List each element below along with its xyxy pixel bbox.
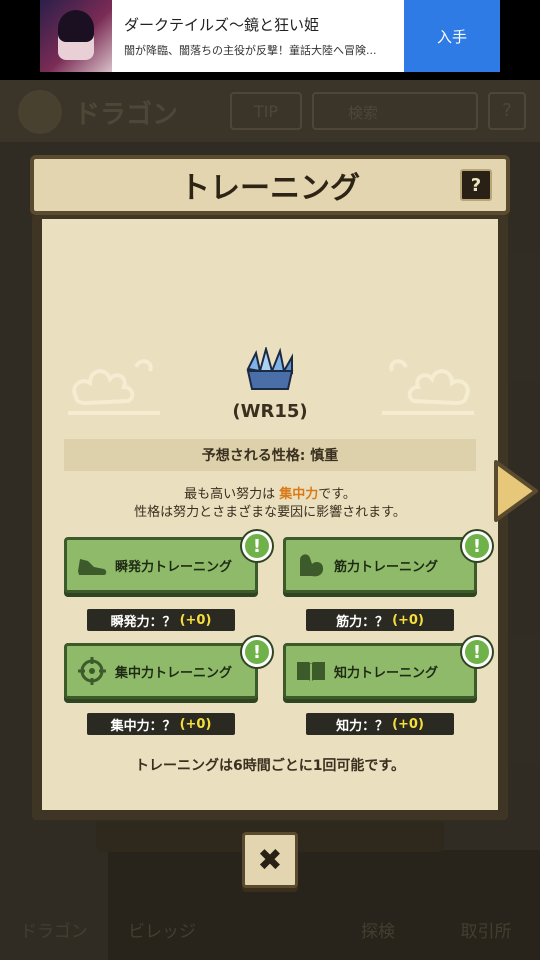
intelligence-stat: 知力：？ (+0) (306, 713, 454, 735)
agility-stat: 瞬発力：？ (+0) (87, 609, 235, 631)
strength-stat: 筋力：？ (+0) (306, 609, 454, 631)
ad-get-button[interactable]: 入手 (404, 0, 500, 72)
focus-training-label: 集中力トレーニング (115, 665, 233, 681)
effort-description: 最も高い努力は 集中力です。 (42, 483, 498, 502)
effort-text-pre: 最も高い努力は (184, 487, 280, 502)
alert-badge-icon: ! (242, 531, 272, 561)
paper-panel: (WR15) 予想される性格: 慎重 最も高い努力は 集中力です。 性格は努力と… (42, 219, 498, 810)
close-button[interactable]: ✖ (242, 832, 298, 888)
dragon-egg-crystal-icon (246, 347, 294, 390)
alert-badge-icon: ! (462, 637, 492, 667)
strength-stat-value: (+0) (392, 612, 424, 628)
muscle-arm-icon (294, 548, 328, 582)
intelligence-training-button[interactable]: 知力トレーニング (283, 643, 477, 699)
agility-training-button[interactable]: 瞬発力トレーニング (64, 537, 258, 593)
shoe-icon (75, 548, 109, 582)
alert-badge-icon: ! (242, 637, 272, 667)
focus-training-button[interactable]: 集中力トレーニング (64, 643, 258, 699)
ad-content[interactable]: ダークテイルズ〜鏡と狂い姫 闇が降臨、闇落ちの主役が反撃！童話大陸へ冒険... … (40, 0, 500, 72)
effort-highlight: 集中力 (279, 487, 319, 502)
agility-stat-value: (+0) (179, 612, 212, 628)
modal-title: トレーニング (180, 171, 360, 206)
personality-description: 性格は努力とさまざまな要因に影響されます。 (134, 505, 406, 520)
strength-stat-label: 筋力：？ (336, 614, 389, 630)
alert-badge-icon: ! (462, 531, 492, 561)
ad-thumbnail-image[interactable] (40, 0, 112, 72)
help-button[interactable]: ? (460, 169, 492, 201)
strength-training-button[interactable]: 筋力トレーニング (283, 537, 477, 593)
wr-label: (WR15) (232, 401, 308, 422)
ad-subtitle: 闇が降臨、闇落ちの主役が反撃！童話大陸へ冒険... (124, 44, 377, 57)
agility-training-label: 瞬発力トレーニング (115, 559, 233, 575)
focus-stat-label: 集中力：？ (110, 718, 176, 734)
personality-banner: 予想される性格: 慎重 (64, 439, 476, 471)
modal-header: トレーニング ? (30, 155, 510, 215)
crosshair-icon (75, 654, 109, 688)
intelligence-stat-value: (+0) (392, 716, 424, 732)
book-icon (294, 654, 328, 688)
strength-training-label: 筋力トレーニング (334, 559, 439, 575)
modal-body: (WR15) 予想される性格: 慎重 最も高い努力は 集中力です。 性格は努力と… (32, 215, 508, 820)
next-arrow-icon[interactable] (492, 458, 540, 524)
focus-stat: 集中力：？ (+0) (87, 713, 235, 735)
ad-title: ダークテイルズ〜鏡と狂い姫 (124, 16, 320, 34)
focus-stat-value: (+0) (179, 716, 212, 732)
intelligence-training-label: 知力トレーニング (334, 665, 439, 681)
effort-text-post: です。 (318, 487, 356, 502)
ad-banner[interactable]: ダークテイルズ〜鏡と狂い姫 闇が降臨、闇落ちの主役が反撃！童話大陸へ冒険... … (0, 0, 540, 80)
intelligence-stat-label: 知力：？ (336, 718, 389, 734)
training-cooldown-note: トレーニングは6時間ごとに1回可能です。 (134, 758, 406, 774)
agility-stat-label: 瞬発力：？ (110, 614, 176, 630)
